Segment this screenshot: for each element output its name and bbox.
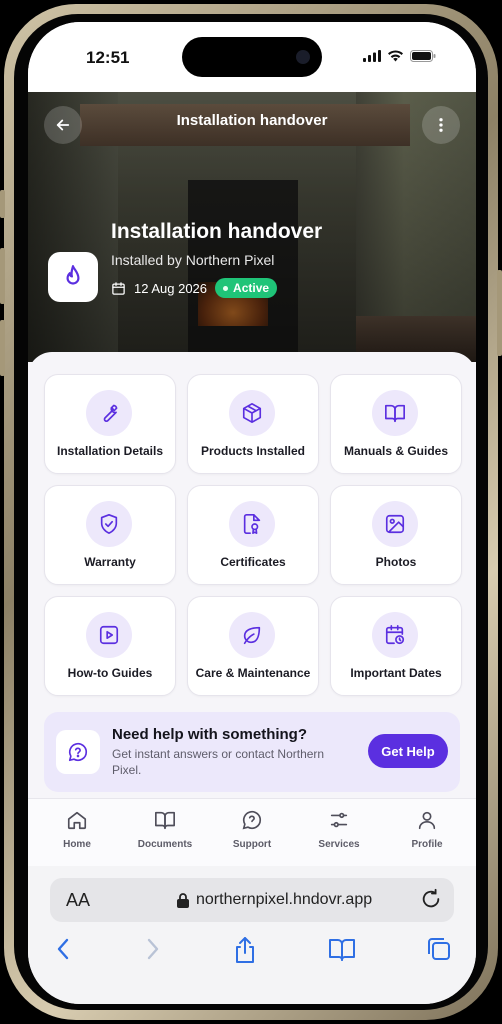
volume-up-button (0, 248, 5, 304)
installer-name: Installed by Northern Pixel (111, 252, 275, 268)
forward-arrow-icon[interactable] (142, 936, 162, 962)
wifi-icon (388, 50, 403, 62)
dynamic-island (182, 37, 322, 77)
status-time: 12:51 (86, 48, 130, 67)
tile-icon-bg (229, 612, 275, 658)
more-vertical-icon (439, 118, 443, 132)
nav-label: Documents (137, 839, 193, 850)
tile-icon-bg (86, 612, 132, 658)
status-icons (363, 50, 436, 62)
battery-icon (410, 50, 436, 62)
tile-icon-bg (86, 390, 132, 436)
nav-item-services[interactable]: Services (299, 809, 379, 850)
tile-label: How-to Guides (67, 666, 153, 680)
cellular-signal-icon (363, 50, 381, 62)
book-open-icon (385, 404, 405, 423)
tile-label: Important Dates (350, 666, 442, 680)
back-arrow-icon[interactable] (54, 936, 74, 962)
get-help-button[interactable]: Get Help (368, 734, 448, 768)
certificate-icon (243, 514, 261, 534)
tile-icon-bg (372, 612, 418, 658)
more-options-button[interactable] (422, 106, 460, 144)
nav-item-profile[interactable]: Profile (387, 809, 467, 850)
nav-label: Services (318, 839, 360, 850)
calendar-clock-icon (385, 625, 405, 645)
tile-photos[interactable]: Photos (330, 485, 462, 585)
leaf-icon (243, 626, 261, 645)
tile-manuals-guides[interactable]: Manuals & Guides (330, 374, 462, 474)
tile-important-dates[interactable]: Important Dates (330, 596, 462, 696)
tile-how-to-guides[interactable]: How-to Guides (44, 596, 176, 696)
reload-icon[interactable] (420, 888, 442, 910)
tile-care-maintenance[interactable]: Care & Maintenance (187, 596, 319, 696)
help-circle-icon (242, 810, 262, 830)
tile-label: Installation Details (56, 444, 164, 458)
url-text: northernpixel.hndovr.app (196, 891, 373, 908)
book-icon (155, 811, 175, 830)
help-icon-box (56, 730, 100, 774)
brand-logo (48, 252, 98, 302)
volume-down-button (0, 320, 5, 376)
tile-icon-bg (229, 501, 275, 547)
nav-label: Profile (411, 839, 443, 850)
help-title: Need help with something? (112, 726, 308, 743)
install-date: 12 Aug 2026 (134, 280, 208, 296)
lock-icon (177, 893, 189, 908)
tile-installation-details[interactable]: Installation Details (44, 374, 176, 474)
calendar-icon (112, 281, 125, 295)
front-camera (296, 50, 310, 64)
tile-certificates[interactable]: Certificates (187, 485, 319, 585)
image-icon (385, 514, 405, 534)
flame-icon (66, 265, 80, 285)
side-button (497, 270, 502, 356)
install-meta: 12 Aug 2026 Active (111, 278, 278, 298)
share-icon[interactable] (232, 936, 258, 964)
help-text: Get instant answers or contact Northern … (112, 747, 325, 777)
nav-label: Home (63, 839, 91, 850)
tile-icon-bg (229, 390, 275, 436)
user-icon (418, 811, 436, 830)
reader-settings-button[interactable]: AA (66, 890, 90, 911)
hero-banner: Installation handover Installation hando… (28, 92, 476, 362)
screen: 12:51 Installation handover Installation… (28, 22, 476, 1004)
tile-label: Certificates (220, 555, 286, 569)
nav-item-support[interactable]: Support (212, 809, 292, 850)
status-dot (223, 285, 229, 291)
play-icon (99, 625, 119, 645)
tile-label: Products Installed (200, 444, 306, 458)
address-bar[interactable]: AA northernpixel.hndovr.app (50, 878, 454, 922)
bookmarks-icon[interactable] (328, 936, 356, 962)
header-title: Installation handover (176, 112, 328, 129)
tile-icon-bg (372, 501, 418, 547)
tile-label: Photos (375, 555, 417, 569)
nav-label: Support (232, 839, 272, 850)
tile-label: Manuals & Guides (343, 444, 449, 458)
tile-products-installed[interactable]: Products Installed (187, 374, 319, 474)
nav-item-home[interactable]: Home (37, 809, 117, 850)
tile-label: Care & Maintenance (195, 666, 311, 680)
action-button (0, 190, 5, 218)
help-card: Need help with something? Get instant an… (44, 712, 460, 792)
browser-chrome: AA northernpixel.hndovr.app (28, 866, 476, 1004)
bottom-nav: Home Documents Support Services Profile (28, 798, 476, 867)
status-badge-label: Active (233, 281, 270, 295)
tile-label: Warranty (84, 555, 136, 569)
tile-warranty[interactable]: Warranty (44, 485, 176, 585)
page-title: Installation handover (111, 220, 323, 243)
home-icon (67, 811, 87, 830)
nav-item-documents[interactable]: Documents (125, 809, 205, 850)
help-chat-icon (68, 742, 88, 762)
tabs-icon[interactable] (426, 936, 452, 962)
shield-check-icon (100, 514, 118, 534)
tile-icon-bg (372, 390, 418, 436)
wrench-icon (103, 404, 118, 422)
sliders-icon (330, 812, 348, 828)
box-icon (242, 403, 262, 423)
status-bar: 12:51 (28, 22, 476, 92)
tile-icon-bg (86, 501, 132, 547)
status-badge: Active (215, 278, 278, 298)
